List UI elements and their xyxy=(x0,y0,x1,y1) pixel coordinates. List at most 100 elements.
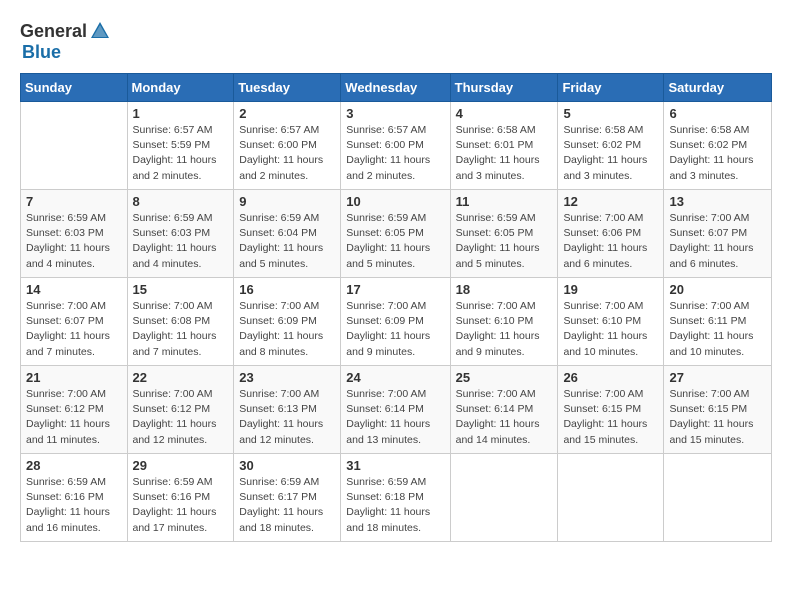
day-number: 28 xyxy=(26,458,122,473)
weekday-header-thursday: Thursday xyxy=(450,74,558,102)
day-info: Sunrise: 7:00 AMSunset: 6:09 PMDaylight:… xyxy=(346,299,444,360)
day-number: 26 xyxy=(563,370,658,385)
day-cell: 14 Sunrise: 7:00 AMSunset: 6:07 PMDayligh… xyxy=(21,278,128,366)
day-cell: 31Sunrise: 6:59 AMSunset: 6:18 PMDayligh… xyxy=(341,454,450,542)
day-info: Sunrise: 7:00 AMSunset: 6:06 PMDaylight:… xyxy=(563,211,658,272)
day-number: 2 xyxy=(239,106,335,121)
week-row-1: 1 Sunrise: 6:57 AMSunset: 5:59 PMDaylight… xyxy=(21,102,772,190)
day-cell xyxy=(558,454,664,542)
weekday-header-saturday: Saturday xyxy=(664,74,772,102)
week-row-5: 28 Sunrise: 6:59 AMSunset: 6:16 PMDayligh… xyxy=(21,454,772,542)
week-row-3: 14 Sunrise: 7:00 AMSunset: 6:07 PMDayligh… xyxy=(21,278,772,366)
day-cell: 10 Sunrise: 6:59 AMSunset: 6:05 PMDayligh… xyxy=(341,190,450,278)
day-number: 5 xyxy=(563,106,658,121)
calendar-table: SundayMondayTuesdayWednesdayThursdayFrid… xyxy=(20,73,772,542)
day-cell: 18 Sunrise: 7:00 AMSunset: 6:10 PMDayligh… xyxy=(450,278,558,366)
day-number: 7 xyxy=(26,194,122,209)
day-cell: 11 Sunrise: 6:59 AMSunset: 6:05 PMDayligh… xyxy=(450,190,558,278)
weekday-header-friday: Friday xyxy=(558,74,664,102)
day-cell: 17 Sunrise: 7:00 AMSunset: 6:09 PMDayligh… xyxy=(341,278,450,366)
day-info: Sunrise: 7:00 AMSunset: 6:14 PMDaylight:… xyxy=(456,387,553,448)
day-number: 6 xyxy=(669,106,766,121)
day-cell: 30 Sunrise: 6:59 AMSunset: 6:17 PMDayligh… xyxy=(234,454,341,542)
day-number: 18 xyxy=(456,282,553,297)
logo-icon xyxy=(89,20,111,42)
day-cell: 3 Sunrise: 6:57 AMSunset: 6:00 PMDaylight… xyxy=(341,102,450,190)
day-info: Sunrise: 6:58 AMSunset: 6:01 PMDaylight:… xyxy=(456,123,553,184)
page-header: General Blue xyxy=(20,20,772,63)
day-cell: 1 Sunrise: 6:57 AMSunset: 5:59 PMDaylight… xyxy=(127,102,234,190)
day-cell: 13 Sunrise: 7:00 AMSunset: 6:07 PMDayligh… xyxy=(664,190,772,278)
day-number: 17 xyxy=(346,282,444,297)
day-info: Sunrise: 7:00 AMSunset: 6:09 PMDaylight:… xyxy=(239,299,335,360)
day-info: Sunrise: 7:00 AMSunset: 6:07 PMDaylight:… xyxy=(26,299,122,360)
day-info: Sunrise: 7:00 AMSunset: 6:07 PMDaylight:… xyxy=(669,211,766,272)
logo-general: General xyxy=(20,21,87,42)
day-number: 10 xyxy=(346,194,444,209)
day-cell: 29Sunrise: 6:59 AMSunset: 6:16 PMDayligh… xyxy=(127,454,234,542)
day-info: Sunrise: 6:57 AMSunset: 6:00 PMDaylight:… xyxy=(239,123,335,184)
day-cell: 23Sunrise: 7:00 AMSunset: 6:13 PMDayligh… xyxy=(234,366,341,454)
day-info: Sunrise: 7:00 AMSunset: 6:15 PMDaylight:… xyxy=(563,387,658,448)
logo-text: General Blue xyxy=(20,20,111,63)
day-number: 13 xyxy=(669,194,766,209)
day-info: Sunrise: 7:00 AMSunset: 6:14 PMDaylight:… xyxy=(346,387,444,448)
weekday-header-sunday: Sunday xyxy=(21,74,128,102)
day-cell: 6Sunrise: 6:58 AMSunset: 6:02 PMDaylight… xyxy=(664,102,772,190)
day-info: Sunrise: 6:59 AMSunset: 6:05 PMDaylight:… xyxy=(346,211,444,272)
weekday-header-monday: Monday xyxy=(127,74,234,102)
calendar-body: 1 Sunrise: 6:57 AMSunset: 5:59 PMDaylight… xyxy=(21,102,772,542)
day-cell: 5Sunrise: 6:58 AMSunset: 6:02 PMDaylight… xyxy=(558,102,664,190)
day-cell: 22 Sunrise: 7:00 AMSunset: 6:12 PMDayligh… xyxy=(127,366,234,454)
day-cell: 15 Sunrise: 7:00 AMSunset: 6:08 PMDayligh… xyxy=(127,278,234,366)
day-number: 20 xyxy=(669,282,766,297)
day-info: Sunrise: 7:00 AMSunset: 6:12 PMDaylight:… xyxy=(26,387,122,448)
week-row-4: 21 Sunrise: 7:00 AMSunset: 6:12 PMDayligh… xyxy=(21,366,772,454)
day-number: 16 xyxy=(239,282,335,297)
day-number: 22 xyxy=(133,370,229,385)
day-number: 14 xyxy=(26,282,122,297)
day-cell: 7 Sunrise: 6:59 AMSunset: 6:03 PMDaylight… xyxy=(21,190,128,278)
day-cell xyxy=(21,102,128,190)
logo: General Blue xyxy=(20,20,111,63)
day-number: 23 xyxy=(239,370,335,385)
day-number: 25 xyxy=(456,370,553,385)
day-info: Sunrise: 7:00 AMSunset: 6:12 PMDaylight:… xyxy=(133,387,229,448)
day-number: 24 xyxy=(346,370,444,385)
day-info: Sunrise: 6:57 AMSunset: 6:00 PMDaylight:… xyxy=(346,123,444,184)
day-number: 11 xyxy=(456,194,553,209)
day-cell: 19 Sunrise: 7:00 AMSunset: 6:10 PMDayligh… xyxy=(558,278,664,366)
day-number: 3 xyxy=(346,106,444,121)
day-number: 1 xyxy=(133,106,229,121)
day-number: 8 xyxy=(133,194,229,209)
day-cell xyxy=(450,454,558,542)
day-number: 19 xyxy=(563,282,658,297)
day-cell: 4 Sunrise: 6:58 AMSunset: 6:01 PMDaylight… xyxy=(450,102,558,190)
day-cell: 16 Sunrise: 7:00 AMSunset: 6:09 PMDayligh… xyxy=(234,278,341,366)
day-number: 30 xyxy=(239,458,335,473)
day-info: Sunrise: 7:00 AMSunset: 6:10 PMDaylight:… xyxy=(563,299,658,360)
day-number: 21 xyxy=(26,370,122,385)
weekday-header-tuesday: Tuesday xyxy=(234,74,341,102)
calendar-header: SundayMondayTuesdayWednesdayThursdayFrid… xyxy=(21,74,772,102)
day-number: 15 xyxy=(133,282,229,297)
day-info: Sunrise: 6:59 AMSunset: 6:16 PMDaylight:… xyxy=(26,475,122,536)
day-cell: 21 Sunrise: 7:00 AMSunset: 6:12 PMDayligh… xyxy=(21,366,128,454)
day-info: Sunrise: 6:57 AMSunset: 5:59 PMDaylight:… xyxy=(133,123,229,184)
day-cell: 12Sunrise: 7:00 AMSunset: 6:06 PMDayligh… xyxy=(558,190,664,278)
day-info: Sunrise: 7:00 AMSunset: 6:10 PMDaylight:… xyxy=(456,299,553,360)
day-cell: 28 Sunrise: 6:59 AMSunset: 6:16 PMDayligh… xyxy=(21,454,128,542)
day-info: Sunrise: 6:59 AMSunset: 6:03 PMDaylight:… xyxy=(26,211,122,272)
day-info: Sunrise: 6:59 AMSunset: 6:05 PMDaylight:… xyxy=(456,211,553,272)
day-cell: 20Sunrise: 7:00 AMSunset: 6:11 PMDayligh… xyxy=(664,278,772,366)
day-cell: 8 Sunrise: 6:59 AMSunset: 6:03 PMDaylight… xyxy=(127,190,234,278)
day-info: Sunrise: 6:59 AMSunset: 6:03 PMDaylight:… xyxy=(133,211,229,272)
day-number: 29 xyxy=(133,458,229,473)
day-number: 4 xyxy=(456,106,553,121)
logo-blue: Blue xyxy=(22,42,61,62)
day-info: Sunrise: 7:00 AMSunset: 6:08 PMDaylight:… xyxy=(133,299,229,360)
day-info: Sunrise: 6:59 AMSunset: 6:17 PMDaylight:… xyxy=(239,475,335,536)
day-number: 27 xyxy=(669,370,766,385)
day-number: 9 xyxy=(239,194,335,209)
week-row-2: 7 Sunrise: 6:59 AMSunset: 6:03 PMDaylight… xyxy=(21,190,772,278)
